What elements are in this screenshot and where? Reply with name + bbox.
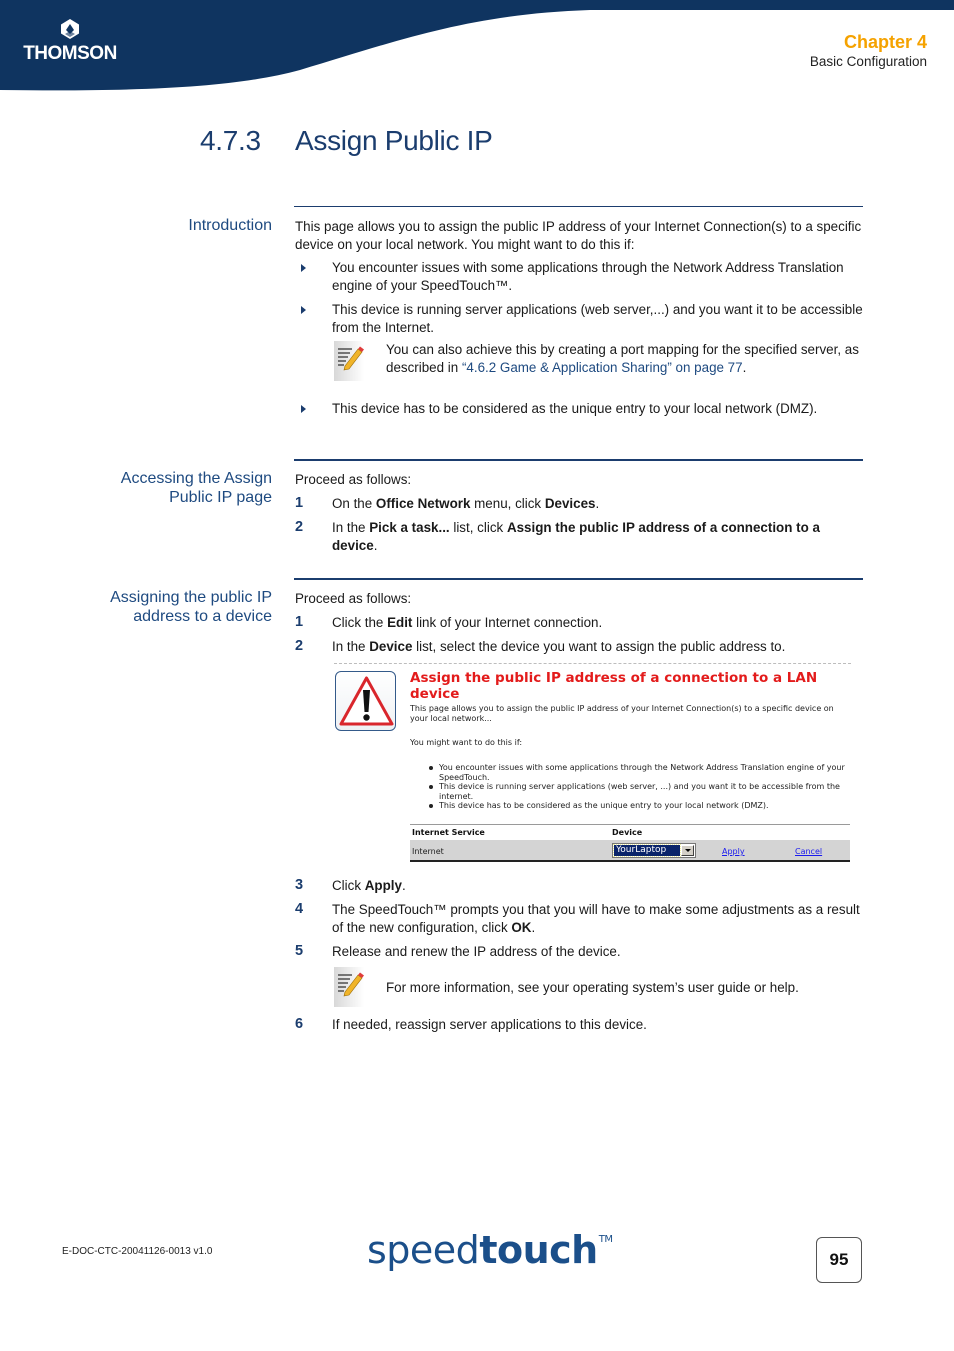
speedtouch-logo: speedtouchTM [367, 1228, 613, 1272]
chapter-subtitle: Basic Configuration [809, 54, 927, 69]
assigning-heading: Assigning the public IP address to a dev… [110, 589, 272, 625]
thomson-logo: THOMSON [22, 18, 118, 65]
chapter-title: Chapter 4 [843, 32, 927, 52]
embedded-screenshot: Assign the public IP address of a connec… [334, 663, 851, 863]
assigning-lead: Proceed as follows: [295, 591, 412, 606]
bullet-arrow-icon [301, 306, 306, 314]
thomson-emblem-icon [61, 19, 79, 39]
chapter-info: Chapter 4 Basic Configuration [810, 32, 927, 71]
screenshot-lead: You might want to do this if: [410, 738, 523, 747]
pencil-note-icon [334, 341, 364, 381]
section-divider [294, 206, 863, 207]
accessing-lead: Proceed as follows: [295, 472, 412, 487]
column-header-device: Device [612, 828, 643, 837]
section-divider [294, 459, 863, 461]
section-number: 4.7.3 [200, 125, 261, 156]
bullet-arrow-icon [301, 405, 306, 413]
apply-link[interactable]: Apply [722, 847, 745, 856]
pencil-note-icon [334, 967, 364, 1007]
accessing-heading: Accessing the Assign Public IP page [120, 470, 272, 506]
list-item: This device is running server applicatio… [410, 782, 850, 801]
device-select[interactable]: YourLaptop [612, 843, 696, 858]
list-item: You encounter issues with some applicati… [410, 763, 850, 782]
page-title: 4.7.3 Assign Public IP [200, 125, 493, 157]
list-item: This device has to be considered as the … [410, 801, 850, 811]
device-selected-value: YourLaptop [613, 844, 681, 857]
internet-service-cell: Internet [412, 847, 444, 856]
cancel-link[interactable]: Cancel [795, 847, 822, 856]
document-id: E-DOC-CTC-20041126-0013 v1.0 [62, 1246, 213, 1257]
warning-icon [339, 676, 394, 726]
screenshot-bullets: You encounter issues with some applicati… [410, 763, 850, 811]
section-title: Assign Public IP [295, 125, 493, 156]
warning-icon-frame [335, 671, 396, 731]
note-text: For more information, see your operating… [386, 980, 799, 995]
introduction-text: This page allows you to assign the publi… [295, 219, 862, 252]
dashed-divider [334, 663, 851, 664]
screenshot-title: Assign the public IP address of a connec… [410, 670, 818, 702]
assign-table: Internet Service Device Internet YourLap… [410, 824, 850, 862]
introduction-heading: Introduction [188, 217, 272, 234]
table-row: Internet YourLaptop Apply Cancel [410, 840, 850, 862]
section-divider [294, 578, 863, 580]
brand-name: THOMSON [23, 43, 117, 64]
page-number: 95 [816, 1237, 862, 1283]
column-header-internet-service: Internet Service [412, 828, 485, 837]
screenshot-description: This page allows you to assign the publi… [410, 704, 834, 723]
bullet-arrow-icon [301, 264, 306, 272]
cross-reference-link[interactable]: “4.6.2 Game & Application Sharing” on pa… [462, 360, 743, 375]
chevron-down-icon[interactable] [681, 845, 694, 856]
